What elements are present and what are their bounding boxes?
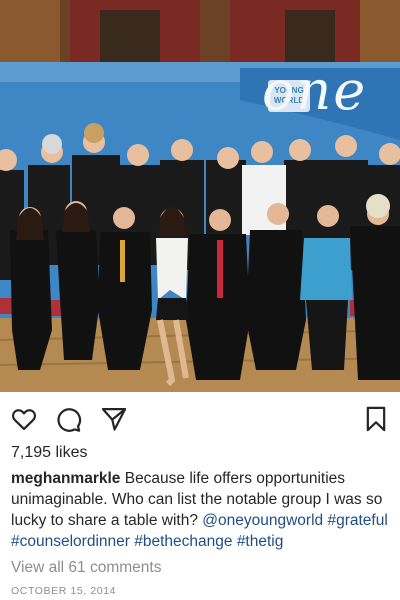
comment-bubble-icon[interactable] xyxy=(53,404,83,434)
heart-outline-icon[interactable] xyxy=(9,404,39,434)
view-comments-link[interactable]: View all 61 comments xyxy=(11,559,161,577)
hashtag-link[interactable]: #thetig xyxy=(237,533,284,550)
post-photo[interactable]: YOUNG WORLD one xyxy=(0,0,400,392)
hashtag-link[interactable]: #grateful xyxy=(327,512,387,529)
post-date: OCTOBER 15, 2014 xyxy=(11,585,117,597)
bookmark-outline-icon[interactable] xyxy=(361,404,391,434)
caption-mention[interactable]: @oneyoungworld xyxy=(202,512,323,529)
caption-username[interactable]: meghanmarkle xyxy=(11,470,120,487)
action-bar xyxy=(0,400,400,436)
post-caption: meghanmarkle Because life offers opportu… xyxy=(11,468,393,552)
likes-count[interactable]: 7,195 likes xyxy=(11,444,88,462)
paper-plane-icon[interactable] xyxy=(99,404,129,434)
hashtag-link[interactable]: #counselordinner xyxy=(11,533,130,550)
hashtag-link[interactable]: #bethechange xyxy=(134,533,232,550)
banner-wordmark: one xyxy=(262,59,368,122)
